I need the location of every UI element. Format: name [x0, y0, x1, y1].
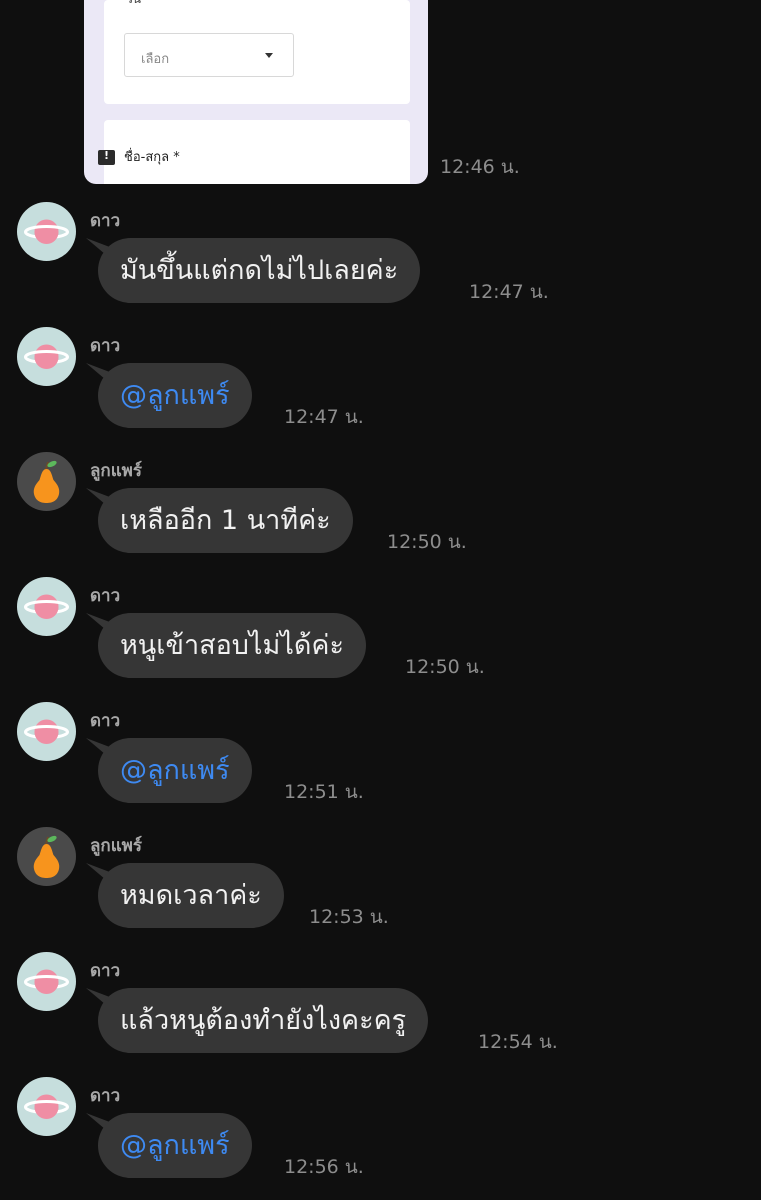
sender-name: ลูกแพร์ — [90, 836, 143, 856]
sender-name: ดาว — [90, 211, 121, 231]
select-dropdown: เลือก — [124, 33, 294, 77]
pink-planet-avatar-icon[interactable] — [17, 202, 76, 261]
name-field-label: ชื่อ-สกุล * — [124, 150, 180, 165]
message-time: 12:46 น. — [440, 156, 520, 178]
message-bubble[interactable]: แล้วหนูต้องทำยังไงคะครู — [98, 988, 429, 1053]
form-card-select: วัน * เลือก — [104, 0, 410, 104]
caret-down-icon — [265, 53, 273, 58]
mention-bubble[interactable]: @ลูกแพร์ — [98, 1113, 252, 1178]
message-time: 12:47 น. — [469, 281, 549, 303]
sender-name: ดาว — [90, 1086, 121, 1106]
sender-name: ดาว — [90, 586, 121, 606]
select-placeholder: เลือก — [141, 52, 170, 67]
sender-name: ดาว — [90, 336, 121, 356]
orange-pear-avatar-icon[interactable] — [17, 827, 76, 886]
mention-bubble[interactable]: @ลูกแพร์ — [98, 363, 252, 428]
message-time: 12:50 น. — [387, 531, 467, 553]
message-time: 12:47 น. — [284, 406, 364, 428]
sender-name: ดาว — [90, 961, 121, 981]
message-time: 12:54 น. — [478, 1031, 558, 1053]
pink-planet-avatar-icon[interactable] — [17, 702, 76, 761]
message-time: 12:51 น. — [284, 781, 364, 803]
message-bubble[interactable]: หมดเวลาค่ะ — [98, 863, 284, 928]
message-bubble[interactable]: เหลืออีก 1 นาทีค่ะ — [98, 488, 353, 553]
pink-planet-avatar-icon[interactable] — [17, 327, 76, 386]
feedback-icon — [98, 149, 115, 165]
message-bubble[interactable]: มันขึ้นแต่กดไม่ไปเลยค่ะ — [98, 238, 421, 303]
message-bubble[interactable]: หนูเข้าสอบไม่ได้ค่ะ — [98, 613, 366, 678]
pink-planet-avatar-icon[interactable] — [17, 952, 76, 1011]
message-time: 12:50 น. — [405, 656, 485, 678]
pink-planet-avatar-icon[interactable] — [17, 577, 76, 636]
form-image-message[interactable]: วัน * เลือก ชื่อ-สกุล * — [84, 0, 428, 184]
orange-pear-avatar-icon[interactable] — [17, 452, 76, 511]
sender-name: ลูกแพร์ — [90, 461, 143, 481]
pink-planet-avatar-icon[interactable] — [17, 1077, 76, 1136]
sender-name: ดาว — [90, 711, 121, 731]
message-time: 12:56 น. — [284, 1156, 364, 1178]
message-time: 12:53 น. — [309, 906, 389, 928]
form-card-name: ชื่อ-สกุล * — [104, 120, 410, 184]
mention-bubble[interactable]: @ลูกแพร์ — [98, 738, 252, 803]
cropped-field-label: วัน * — [126, 0, 151, 9]
